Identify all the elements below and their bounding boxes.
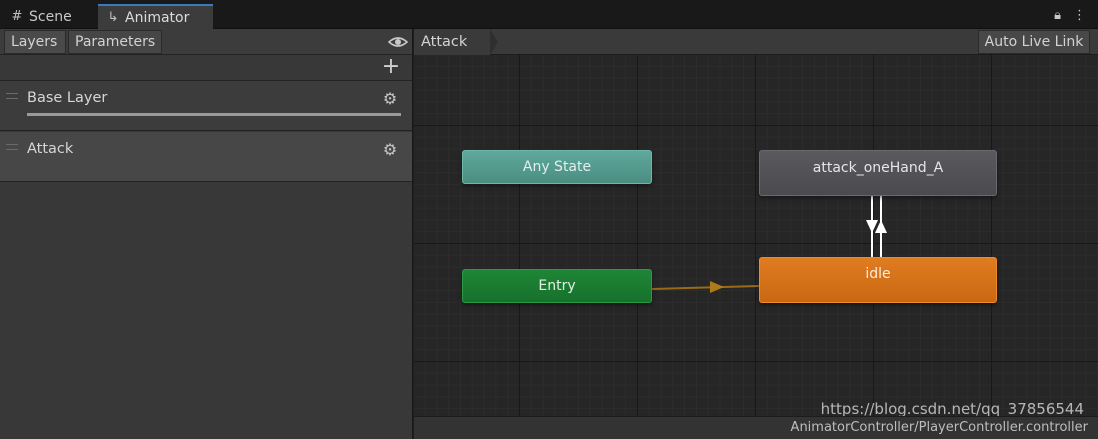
animator-icon: ↳ <box>107 10 119 25</box>
gear-icon[interactable]: ⚙ <box>382 142 398 158</box>
layer-weight-fill <box>27 113 401 116</box>
state-label: idle <box>865 266 891 282</box>
gear-icon[interactable]: ⚙ <box>382 91 398 107</box>
eye-icon[interactable] <box>387 34 409 50</box>
state-entry[interactable]: Entry <box>462 269 652 303</box>
layer-label: Attack <box>27 141 74 157</box>
arrow-down-icon <box>866 220 878 233</box>
layer-weight-bar[interactable] <box>27 113 401 116</box>
layers-panel-toolbar: Layers Parameters <box>0 29 412 55</box>
tab-layers-label: Layers <box>11 34 58 50</box>
state-label: attack_oneHand_A <box>812 160 944 176</box>
graph-toolbar: Attack Auto Live Link <box>414 29 1098 55</box>
tab-parameters[interactable]: Parameters <box>68 30 162 54</box>
state-idle[interactable]: idle <box>759 257 997 303</box>
tab-animator-label: Animator <box>125 9 190 26</box>
window-tab-bar: # Scene ↳ Animator 🔒︎ ⋮ <box>0 0 1098 29</box>
lock-icon[interactable]: 🔒︎ <box>1054 8 1061 23</box>
state-any-state[interactable]: Any State <box>462 150 652 184</box>
tab-animator[interactable]: ↳ Animator <box>98 4 213 29</box>
state-attack-onehand-a[interactable]: attack_oneHand_A <box>759 150 997 196</box>
layer-item-attack[interactable]: Attack ⚙ <box>0 132 412 182</box>
layers-panel: Layers Parameters + Base Layer ⚙ Attack … <box>0 29 413 439</box>
state-label: Entry <box>538 278 576 294</box>
tab-parameters-label: Parameters <box>75 34 156 50</box>
add-layer-button[interactable]: + <box>380 56 402 78</box>
more-options-icon[interactable]: ⋮ <box>1073 8 1086 23</box>
breadcrumb[interactable]: Attack <box>414 29 498 55</box>
drag-handle-icon[interactable] <box>6 144 18 150</box>
layer-label: Base Layer <box>27 90 108 106</box>
status-bar: AnimatorController/PlayerController.cont… <box>414 416 1098 439</box>
breadcrumb-label: Attack <box>421 34 468 50</box>
grid-icon: # <box>11 9 23 24</box>
tab-scene[interactable]: # Scene <box>2 4 94 29</box>
tab-scene-label: Scene <box>29 8 72 25</box>
arrow-up-icon <box>875 220 887 233</box>
add-layer-row: + <box>0 55 412 81</box>
asset-path: AnimatorController/PlayerController.cont… <box>790 420 1088 435</box>
transition-links <box>651 196 887 293</box>
entry-to-idle-transition[interactable] <box>651 285 760 290</box>
eye-icon-svg <box>387 37 409 47</box>
layer-item-base-layer[interactable]: Base Layer ⚙ <box>0 81 412 131</box>
tab-layers[interactable]: Layers <box>4 30 66 54</box>
animator-graph[interactable]: Attack Auto Live Link Any State Entry at… <box>414 29 1098 439</box>
transition-arrow-icon <box>710 281 724 293</box>
auto-live-link-button[interactable]: Auto Live Link <box>978 30 1090 54</box>
drag-handle-icon[interactable] <box>6 93 18 99</box>
window-controls: 🔒︎ ⋮ <box>1054 8 1086 23</box>
state-label: Any State <box>522 159 592 175</box>
auto-live-link-label: Auto Live Link <box>984 34 1084 50</box>
